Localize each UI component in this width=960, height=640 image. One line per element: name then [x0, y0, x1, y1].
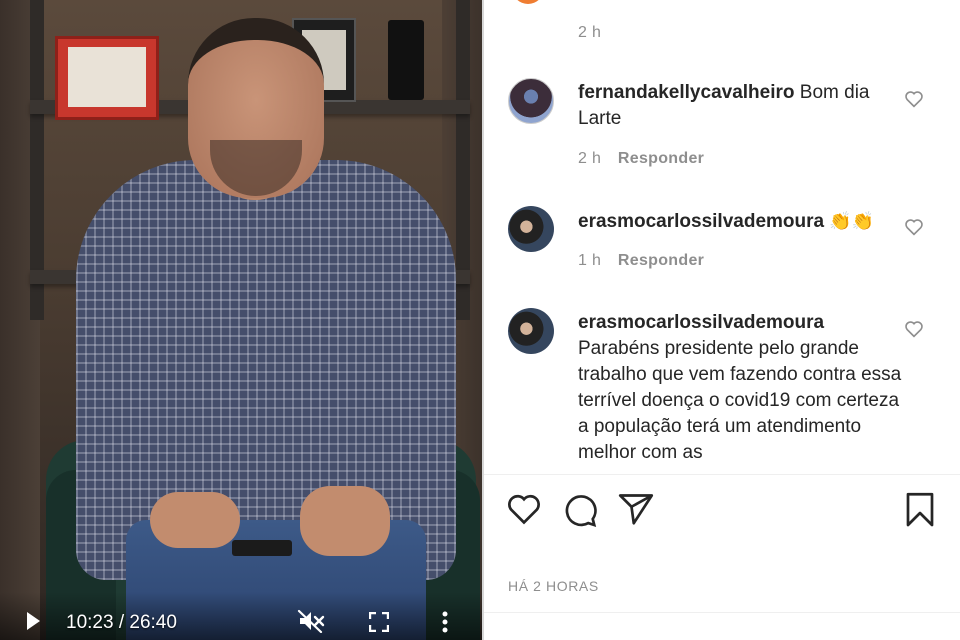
comment-like-heart-icon[interactable] [904, 320, 926, 340]
video-player[interactable]: 10:23 / 26:40 [0, 0, 482, 640]
video-controls: 10:23 / 26:40 [0, 592, 482, 640]
comment-time: 2 h [578, 150, 602, 167]
comment-time: 1 h [578, 252, 602, 269]
comment-text: 👏👏 [829, 211, 875, 231]
fullscreen-icon[interactable] [368, 611, 390, 633]
share-paper-plane-icon[interactable] [618, 492, 654, 528]
bookmark-icon[interactable] [904, 492, 940, 528]
play-icon[interactable] [22, 610, 44, 632]
bottom-divider [484, 612, 960, 613]
comment-username[interactable]: erasmocarlossilvademoura [578, 211, 824, 232]
comment-meta: 2 h Responder [578, 150, 704, 168]
reply-button[interactable]: Responder [618, 252, 704, 269]
comment-bubble-icon[interactable] [562, 492, 598, 528]
comment-meta: 1 h Responder [578, 252, 704, 270]
comment-username[interactable]: fernandakellycavalheiro [578, 82, 795, 103]
comment-text-block: fernandakellycavalheiro Bom dia Larte [578, 80, 908, 132]
muted-speaker-icon[interactable] [296, 608, 326, 634]
phone-decor [388, 20, 424, 100]
comment-time: 2 h [578, 24, 602, 41]
comment-text-block: erasmocarlossilvademoura Parabéns presid… [578, 310, 908, 466]
avatar[interactable] [508, 206, 554, 252]
post-timestamp: HÁ 2 HORAS [508, 578, 599, 594]
comment-text: Parabéns presidente pelo grande trabalho… [578, 338, 902, 463]
comment-like-heart-icon[interactable] [904, 218, 926, 238]
person-hand-right [300, 486, 390, 556]
comments-panel: 2 h fernandakellycavalheiro Bom dia Lart… [484, 0, 960, 640]
actions-divider [484, 474, 960, 475]
reply-button[interactable]: Responder [618, 150, 704, 167]
comment-meta-time: 2 h [578, 24, 601, 42]
comment-username[interactable]: erasmocarlossilvademoura [578, 312, 824, 333]
more-vertical-icon[interactable] [438, 609, 452, 635]
avatar[interactable] [508, 78, 554, 124]
like-heart-icon[interactable] [506, 492, 542, 528]
avatar[interactable] [512, 0, 544, 4]
avatar[interactable] [508, 308, 554, 354]
held-phone [232, 540, 292, 556]
comment-text-block: erasmocarlossilvademoura 👏👏 [578, 208, 908, 235]
person-shirt [76, 160, 456, 580]
red-frame-decor [55, 36, 159, 120]
person-hand-left [150, 492, 240, 548]
comment-like-heart-icon[interactable] [904, 90, 926, 110]
video-time: 10:23 / 26:40 [66, 612, 177, 633]
